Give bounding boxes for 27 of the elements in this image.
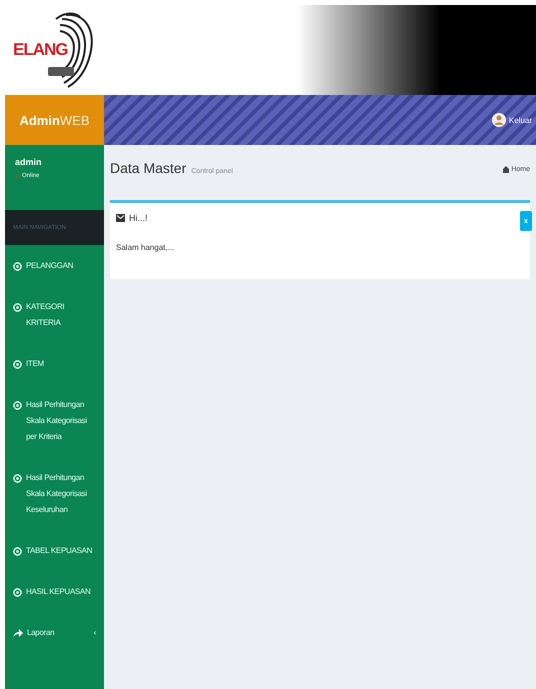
caret-icon: ‹ (94, 625, 96, 641)
nav-item[interactable]: Laporan ‹ (5, 612, 104, 653)
nav-item[interactable]: KATEGORI KRITERIA (5, 286, 104, 343)
brand-logo[interactable]: AdminWEB (5, 95, 104, 145)
avatar-icon (492, 113, 506, 127)
home-icon (503, 166, 510, 173)
alert-message: Salam hangat,... (116, 243, 176, 252)
nav-item[interactable]: ITEM (5, 343, 104, 384)
nav-item[interactable]: HASIL KEPUASAN (5, 571, 104, 612)
nav-item[interactable]: TABEL KEPUASAN (5, 530, 104, 571)
logo-text: ELANG (13, 40, 68, 60)
circle-icon (13, 262, 22, 271)
page-title: Data Master (110, 160, 186, 176)
circle-icon (13, 360, 22, 369)
circle-icon (13, 588, 22, 597)
user-menu[interactable]: Keluar (492, 113, 532, 127)
nav-item[interactable]: Hasil Perhitungan Skala Kategorisasi per Kriteria (5, 384, 104, 457)
alert-title: Hi...! (129, 213, 148, 223)
circle-icon (13, 474, 22, 483)
share-icon (13, 629, 23, 638)
nav-item[interactable]: Hasil Perhitungan Skala Kategorisasi Keseluruhan (5, 457, 104, 530)
circle-icon (13, 401, 22, 410)
circle-icon (13, 547, 22, 556)
nav-item[interactable]: PELANGGAN (5, 245, 104, 286)
circle-icon (13, 303, 22, 312)
user-name: admin (15, 157, 43, 167)
envelope-icon (116, 214, 125, 222)
